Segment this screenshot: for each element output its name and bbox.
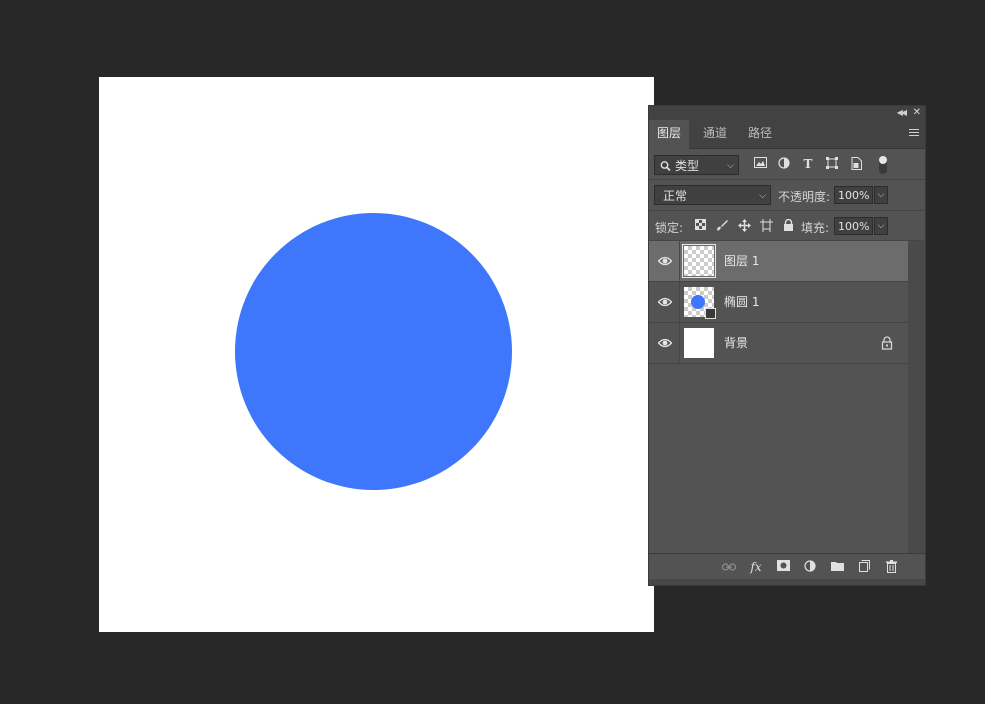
collapse-icon[interactable]: ◀◀ <box>897 106 907 120</box>
shape-layer-badge-icon <box>705 308 716 319</box>
folder-icon[interactable] <box>830 560 844 574</box>
document-canvas[interactable] <box>99 77 654 632</box>
layers-bottom-bar: fx <box>649 553 925 580</box>
ellipse-shape[interactable] <box>235 213 512 490</box>
layer-thumbnail <box>682 244 716 278</box>
blend-row: 正常 ⌵ 不透明度: 100% ⌵ <box>649 180 925 211</box>
chevron-down-icon: ⌵ <box>759 191 766 201</box>
search-icon <box>660 156 671 182</box>
layer-row-layer1[interactable]: 图层 1 <box>649 241 908 282</box>
panel-menu-icon[interactable] <box>909 129 919 137</box>
opacity-dropdown-button[interactable]: ⌵ <box>874 186 888 204</box>
eye-icon[interactable] <box>657 296 673 308</box>
eye-icon[interactable] <box>657 337 673 349</box>
lock-icon[interactable] <box>881 336 893 350</box>
chevron-down-icon: ⌵ <box>727 161 734 171</box>
shape-filter-icon[interactable] <box>825 157 839 171</box>
fill-input[interactable]: 100% <box>834 217 873 235</box>
layer-row-ellipse1[interactable]: 椭圆 1 <box>649 282 908 323</box>
tab-channels[interactable]: 通道 <box>695 120 735 148</box>
layer-name[interactable]: 椭圆 1 <box>724 282 759 322</box>
layers-list: 图层 1 椭圆 1 背景 <box>649 241 908 553</box>
new-layer-icon[interactable] <box>857 560 871 574</box>
trash-icon[interactable] <box>884 560 898 574</box>
opacity-label: 不透明度: <box>778 190 831 204</box>
filter-kind-label: 类型 <box>675 159 700 173</box>
layers-scrollbar[interactable] <box>908 241 925 553</box>
tab-layers[interactable]: 图层 <box>649 120 690 149</box>
adjustment-icon[interactable] <box>803 560 817 574</box>
layer-thumbnail <box>684 287 716 319</box>
layer-name[interactable]: 图层 1 <box>724 241 759 281</box>
tab-paths[interactable]: 路径 <box>740 120 780 148</box>
layer-thumbnail <box>684 328 714 358</box>
eye-icon[interactable] <box>657 255 673 267</box>
panel-title-bar: ◀◀ ✕ <box>649 106 925 120</box>
link-icon[interactable] <box>721 560 737 574</box>
mask-icon[interactable] <box>776 560 790 574</box>
lock-position-move-icon[interactable] <box>737 219 751 233</box>
lock-all-icon[interactable] <box>781 218 795 233</box>
blend-mode-value: 正常 <box>663 189 688 203</box>
lock-pixels-brush-icon[interactable] <box>715 219 729 233</box>
lock-transparency-icon[interactable] <box>693 219 707 233</box>
panel-tabs: 图层 通道 路径 <box>649 120 925 149</box>
ellipse-thumbnail-dot <box>691 295 705 309</box>
layer-row-background[interactable]: 背景 <box>649 323 908 364</box>
opacity-input[interactable]: 100% <box>834 186 873 204</box>
fx-icon[interactable]: fx <box>749 560 763 574</box>
type-filter-icon[interactable]: T <box>801 157 815 171</box>
blend-mode-select[interactable]: 正常 ⌵ <box>654 185 771 205</box>
layer-name[interactable]: 背景 <box>724 323 748 363</box>
fill-label: 填充: <box>801 221 830 235</box>
filter-kind-select[interactable]: 类型 ⌵ <box>654 155 739 175</box>
panel-resize-grip[interactable] <box>649 579 925 585</box>
layers-panel: ◀◀ ✕ 图层 通道 路径 类型 ⌵ T 正常 ⌵ 不透明度: 100% ⌵ 锁… <box>649 106 925 585</box>
lock-artboard-icon[interactable] <box>759 219 773 233</box>
lock-row: 锁定: 填充: 100% ⌵ <box>649 211 925 241</box>
filter-toggle[interactable] <box>879 156 887 174</box>
fill-dropdown-button[interactable]: ⌵ <box>874 217 888 235</box>
filter-row: 类型 ⌵ T <box>649 149 925 180</box>
lock-label: 锁定: <box>655 221 684 235</box>
smart-object-filter-icon[interactable] <box>849 157 863 171</box>
image-filter-icon[interactable] <box>753 157 767 171</box>
adjustment-filter-icon[interactable] <box>777 157 791 171</box>
close-icon[interactable]: ✕ <box>913 106 921 120</box>
